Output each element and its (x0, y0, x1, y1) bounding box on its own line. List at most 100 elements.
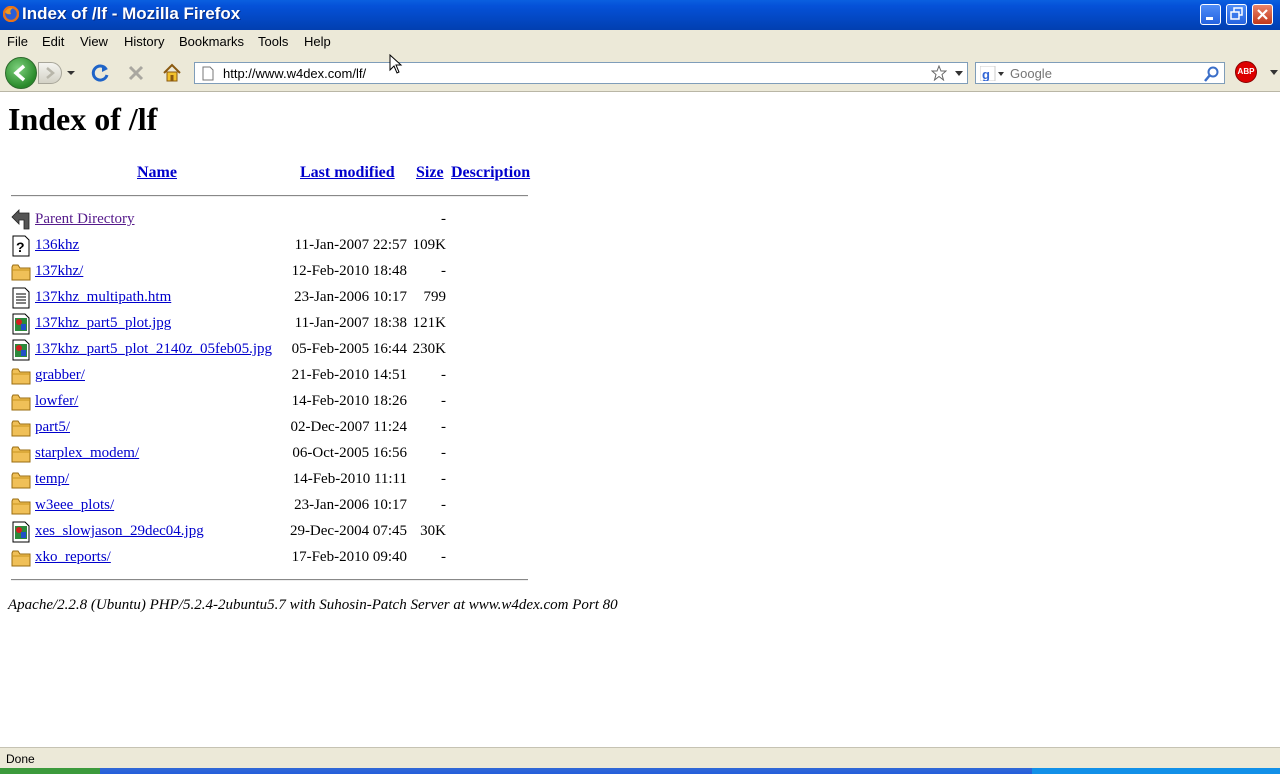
file-size: - (441, 549, 446, 565)
stop-icon[interactable] (125, 62, 147, 84)
adblock-dropdown-icon[interactable] (1270, 70, 1278, 76)
file-size: - (441, 367, 446, 383)
back-button[interactable] (5, 57, 37, 89)
last-modified: 06-Oct-2005 16:56 (292, 445, 407, 461)
navigation-toolbar: http://www.w4dex.com/lf/ g ABP (0, 53, 1280, 92)
adblock-plus-button[interactable]: ABP (1235, 61, 1257, 83)
firefox-icon (3, 6, 19, 22)
table-row: part5/02-Dec-2007 11:24 - (0, 417, 700, 439)
last-modified: 21-Feb-2010 14:51 (291, 367, 407, 383)
menu-bookmarks[interactable]: Bookmarks (179, 34, 244, 49)
file-size: - (441, 263, 446, 279)
page-icon (202, 66, 214, 81)
reload-icon[interactable] (89, 62, 111, 84)
table-row: grabber/21-Feb-2010 14:51 - (0, 365, 700, 387)
last-modified: 11-Jan-2007 18:38 (294, 315, 407, 331)
unknown-file-icon: ? (12, 235, 30, 257)
file-size: 109K (412, 237, 446, 253)
google-engine-icon[interactable]: g (980, 66, 1006, 81)
page-content: Index of /lf Name Last modified Size Des… (0, 92, 1280, 747)
file-link[interactable]: 136khz (35, 237, 79, 254)
parent-size: - (441, 211, 446, 227)
folder-icon (11, 420, 31, 437)
search-bar[interactable]: g (975, 62, 1225, 84)
menu-tools[interactable]: Tools (258, 34, 288, 49)
file-link[interactable]: 137khz_part5_plot.jpg (35, 315, 171, 332)
last-modified: 12-Feb-2010 18:48 (291, 263, 407, 279)
parent-directory-link[interactable]: Parent Directory (35, 211, 135, 228)
folder-icon (11, 446, 31, 463)
file-size: 30K (420, 523, 446, 539)
table-row: temp/14-Feb-2010 11:11 - (0, 469, 700, 491)
file-link[interactable]: part5/ (35, 419, 70, 436)
svg-text:?: ? (16, 239, 25, 255)
file-size: - (441, 497, 446, 513)
folder-icon (11, 472, 31, 489)
table-row: 137khz_multipath.htm 23-Jan-2006 10:17 799 (0, 287, 700, 309)
table-row: w3eee_plots/23-Jan-2006 10:17 - (0, 495, 700, 517)
sort-by-modified-link[interactable]: Last modified (300, 164, 395, 182)
table-row: ? 136khz 11-Jan-2007 22:57 109K (0, 235, 700, 257)
menu-view[interactable]: View (80, 34, 108, 49)
last-modified: 23-Jan-2006 10:17 (294, 289, 407, 305)
file-size: - (441, 445, 446, 461)
folder-icon (11, 498, 31, 515)
table-row: xes_slowjason_29dec04.jpg 29-Dec-2004 07:… (0, 521, 700, 543)
sort-by-size-link[interactable]: Size (416, 164, 444, 182)
image-file-icon (12, 521, 30, 543)
file-link[interactable]: w3eee_plots/ (35, 497, 114, 514)
last-modified: 02-Dec-2007 11:24 (290, 419, 408, 435)
file-link[interactable]: 137khz_multipath.htm (35, 289, 171, 306)
table-row: 137khz_part5_plot.jpg 11-Jan-2007 18:38 12… (0, 313, 700, 335)
last-modified: 05-Feb-2005 16:44 (291, 341, 407, 357)
parent-directory-row: Parent Directory - (0, 209, 700, 231)
minimize-button[interactable] (1200, 4, 1221, 25)
forward-button[interactable] (38, 62, 62, 84)
folder-icon (11, 368, 31, 385)
table-row: lowfer/14-Feb-2010 18:26 - (0, 391, 700, 413)
file-size: - (441, 419, 446, 435)
maximize-button[interactable] (1226, 4, 1247, 25)
url-text[interactable]: http://www.w4dex.com/lf/ (223, 66, 366, 81)
menu-file[interactable]: File (7, 34, 28, 49)
text-file-icon (12, 287, 30, 309)
file-link[interactable]: xes_slowjason_29dec04.jpg (35, 523, 204, 540)
title-bar: Index of /lf - Mozilla Firefox (0, 0, 1280, 30)
file-size: 230K (412, 341, 446, 357)
file-link[interactable]: temp/ (35, 471, 69, 488)
menu-edit[interactable]: Edit (42, 34, 64, 49)
last-modified: 14-Feb-2010 11:11 (292, 471, 407, 487)
file-link[interactable]: starplex_modem/ (35, 445, 139, 462)
search-input[interactable] (1010, 65, 1190, 81)
menu-bar: File Edit View History Bookmarks Tools H… (0, 30, 1280, 53)
file-size: - (441, 393, 446, 409)
sort-by-description-link[interactable]: Description (451, 164, 530, 182)
bookmark-star-icon[interactable] (931, 65, 947, 81)
file-link[interactable]: 137khz_part5_plot_2140z_05feb05.jpg (35, 341, 272, 358)
status-bar: Done (0, 747, 1280, 769)
image-file-icon (12, 313, 30, 335)
folder-icon (11, 264, 31, 281)
home-icon[interactable] (161, 62, 183, 84)
search-icon[interactable] (1204, 66, 1220, 82)
folder-icon (11, 394, 31, 411)
back-folder-icon (11, 209, 30, 230)
file-link[interactable]: lowfer/ (35, 393, 78, 410)
url-bar[interactable]: http://www.w4dex.com/lf/ (194, 62, 968, 84)
status-text: Done (6, 752, 35, 766)
menu-history[interactable]: History (124, 34, 164, 49)
sort-by-name-link[interactable]: Name (137, 164, 177, 182)
history-dropdown-icon[interactable] (66, 69, 76, 77)
url-dropdown-icon[interactable] (955, 71, 963, 77)
file-link[interactable]: 137khz/ (35, 263, 83, 280)
header-divider (11, 195, 528, 197)
close-window-button[interactable] (1252, 4, 1273, 25)
file-link[interactable]: grabber/ (35, 367, 85, 384)
last-modified: 14-Feb-2010 18:26 (291, 393, 407, 409)
table-row: xko_reports/17-Feb-2010 09:40 - (0, 547, 700, 569)
file-link[interactable]: xko_reports/ (35, 549, 111, 566)
start-button[interactable] (0, 768, 100, 774)
menu-help[interactable]: Help (304, 34, 331, 49)
server-signature: Apache/2.2.8 (Ubuntu) PHP/5.2.4-2ubuntu5… (8, 597, 618, 613)
last-modified: 23-Jan-2006 10:17 (294, 497, 407, 513)
